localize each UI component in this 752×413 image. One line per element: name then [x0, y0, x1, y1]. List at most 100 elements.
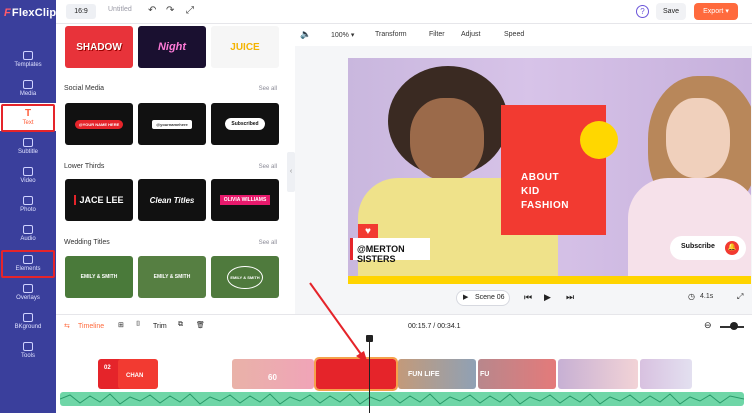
- flexclip-editor: F FlexClip Templates Media T Text Subtitle Vid…: [0, 0, 752, 413]
- sidebar-item-overlays[interactable]: Overlays: [0, 278, 56, 306]
- lower-thirds-thumb[interactable]: Clean Titles: [138, 179, 206, 221]
- scene-duration: 4.1s: [700, 293, 714, 300]
- playhead-handle[interactable]: [366, 335, 373, 342]
- see-all-link[interactable]: See all: [259, 240, 277, 246]
- social-media-thumb[interactable]: @yournamehere: [138, 103, 206, 145]
- bell-icon: 🔔: [725, 241, 739, 255]
- undo-icon[interactable]: ↶: [148, 5, 156, 16]
- collapse-panel-handle[interactable]: ‹: [287, 152, 295, 192]
- text-template-thumb[interactable]: JUICE: [211, 26, 279, 68]
- previous-icon[interactable]: ⏮: [524, 292, 532, 303]
- sidebar-item-label: Subtitle: [17, 148, 38, 155]
- sidebar-item-label: Photo: [20, 206, 36, 213]
- girl-left-face: [410, 98, 484, 180]
- preview-toolbar: 🔈 100% ▾ Transform Filter Adjust Speed: [295, 24, 752, 46]
- filter-button[interactable]: Filter: [429, 31, 445, 38]
- video-preview[interactable]: ABOUT KID FASHION ♥ @MERTON SISTERS Subs…: [348, 58, 751, 284]
- volume-icon[interactable]: 🔈: [300, 29, 311, 40]
- background-icon: [23, 312, 33, 322]
- wedding-title-thumb[interactable]: EMILY & SMITH: [211, 256, 279, 298]
- sidebar-item-subtitle[interactable]: Subtitle: [0, 132, 56, 160]
- next-icon[interactable]: ⏭: [566, 292, 574, 303]
- title-card-text[interactable]: ABOUT KID FASHION: [521, 171, 569, 213]
- sidebar-item-video[interactable]: Video: [0, 161, 56, 189]
- see-all-link[interactable]: See all: [259, 164, 277, 170]
- girl-right-face: [666, 98, 730, 178]
- name-tag[interactable]: @MERTON SISTERS: [350, 238, 430, 264]
- yellow-circle: [580, 121, 618, 159]
- clock-icon: ◷: [688, 292, 695, 301]
- text-template-thumb[interactable]: Night: [138, 26, 206, 68]
- sidebar-item-templates[interactable]: Templates: [0, 45, 56, 73]
- timeline-icon: ⇆: [64, 323, 70, 330]
- timeline-clip[interactable]: 60: [232, 359, 314, 389]
- text-template-thumb[interactable]: SHADOW: [65, 26, 133, 68]
- zoom-out-icon[interactable]: ⊖: [704, 320, 712, 331]
- play-small-icon: ▶: [463, 294, 469, 301]
- girl-right-body: [628, 178, 751, 284]
- timeline-clip[interactable]: [640, 359, 692, 389]
- project-title[interactable]: Untitled: [108, 6, 132, 13]
- section-title: Lower Thirds: [64, 163, 105, 170]
- split-icon[interactable]: ⌷: [136, 321, 140, 329]
- lower-thirds-thumb[interactable]: OLIVIA WILLIAMS: [211, 179, 279, 221]
- subscribe-graphic[interactable]: Subscribe 🔔: [670, 236, 746, 260]
- sidebar-item-bkground[interactable]: BKground: [0, 307, 56, 335]
- timeline-clip[interactable]: [558, 359, 638, 389]
- sidebar-item-photo[interactable]: Photo: [0, 190, 56, 218]
- trim-button[interactable]: Trim: [153, 323, 167, 330]
- wedding-title-thumb[interactable]: EMILY & SMITH: [138, 256, 206, 298]
- play-icon[interactable]: ▶: [544, 292, 551, 303]
- sidebar-item-label: Video: [20, 177, 36, 184]
- timecode: 00:15.7 / 00:34.1: [408, 323, 461, 330]
- section-title: Social Media: [64, 85, 105, 92]
- tools-icon: [23, 341, 33, 351]
- social-media-thumb[interactable]: Subscribed: [211, 103, 279, 145]
- zoom-select[interactable]: 100% ▾: [331, 31, 354, 39]
- add-scene-icon[interactable]: ⊞: [118, 321, 124, 329]
- delete-icon[interactable]: 🗑: [196, 321, 205, 329]
- fullscreen-icon[interactable]: ⤢: [186, 5, 194, 16]
- timeline-toggle[interactable]: Timeline: [78, 323, 104, 330]
- highlight-text-tab: [1, 104, 55, 132]
- see-all-link[interactable]: See all: [259, 86, 277, 92]
- sidebar-item-label: Overlays: [16, 294, 40, 301]
- timeline-clip[interactable]: [160, 359, 230, 389]
- redo-icon[interactable]: ↷: [166, 5, 174, 16]
- sidebar-item-label: Templates: [14, 61, 42, 68]
- save-button[interactable]: Save: [656, 3, 686, 20]
- speed-button[interactable]: Speed: [504, 31, 524, 38]
- export-button[interactable]: Export ▾: [694, 3, 738, 20]
- lower-thirds-thumb[interactable]: JACE LEE: [65, 179, 133, 221]
- audio-track[interactable]: [60, 392, 744, 406]
- aspect-ratio-button[interactable]: 16:9: [66, 4, 96, 19]
- copy-icon[interactable]: ⧉: [178, 321, 183, 329]
- top-bar: 16:9 Untitled ↶ ↷ ⤢ ? Save Export ▾: [56, 0, 752, 24]
- timeline-clip[interactable]: CHAN: [118, 359, 158, 389]
- audio-icon: [23, 224, 33, 234]
- sidebar-item-tools[interactable]: Tools: [0, 336, 56, 364]
- sidebar-item-label: Audio: [20, 235, 36, 242]
- logo-mark-icon: F: [4, 7, 11, 19]
- sidebar-item-label: Tools: [20, 352, 35, 359]
- playhead-line[interactable]: [369, 338, 370, 413]
- zoom-slider-handle[interactable]: [730, 322, 738, 330]
- help-icon[interactable]: ?: [636, 5, 649, 18]
- fullscreen-preview-icon[interactable]: ⤢: [737, 292, 743, 302]
- timeline-clip-selected[interactable]: [314, 357, 398, 391]
- sidebar-item-media[interactable]: Media: [0, 74, 56, 102]
- media-icon: [23, 79, 33, 89]
- transform-button[interactable]: Transform: [375, 31, 407, 38]
- highlight-elements-tab: [1, 250, 55, 278]
- adjust-button[interactable]: Adjust: [461, 31, 480, 38]
- scene-selector[interactable]: ▶ Scene 06: [456, 290, 510, 306]
- sidebar-item-audio[interactable]: Audio: [0, 219, 56, 247]
- templates-icon: [23, 50, 33, 60]
- timeline-clip[interactable]: FU: [478, 359, 556, 389]
- wedding-title-thumb[interactable]: EMILY & SMITH: [65, 256, 133, 298]
- timeline-clip[interactable]: FUN LIFE: [398, 359, 476, 389]
- social-media-thumb[interactable]: @YOUR NAME HERE: [65, 103, 133, 145]
- app-logo[interactable]: F FlexClip: [0, 0, 56, 26]
- audio-waveform: [60, 393, 744, 405]
- text-panel: SHADOW Night JUICE Social Media See all …: [56, 24, 287, 314]
